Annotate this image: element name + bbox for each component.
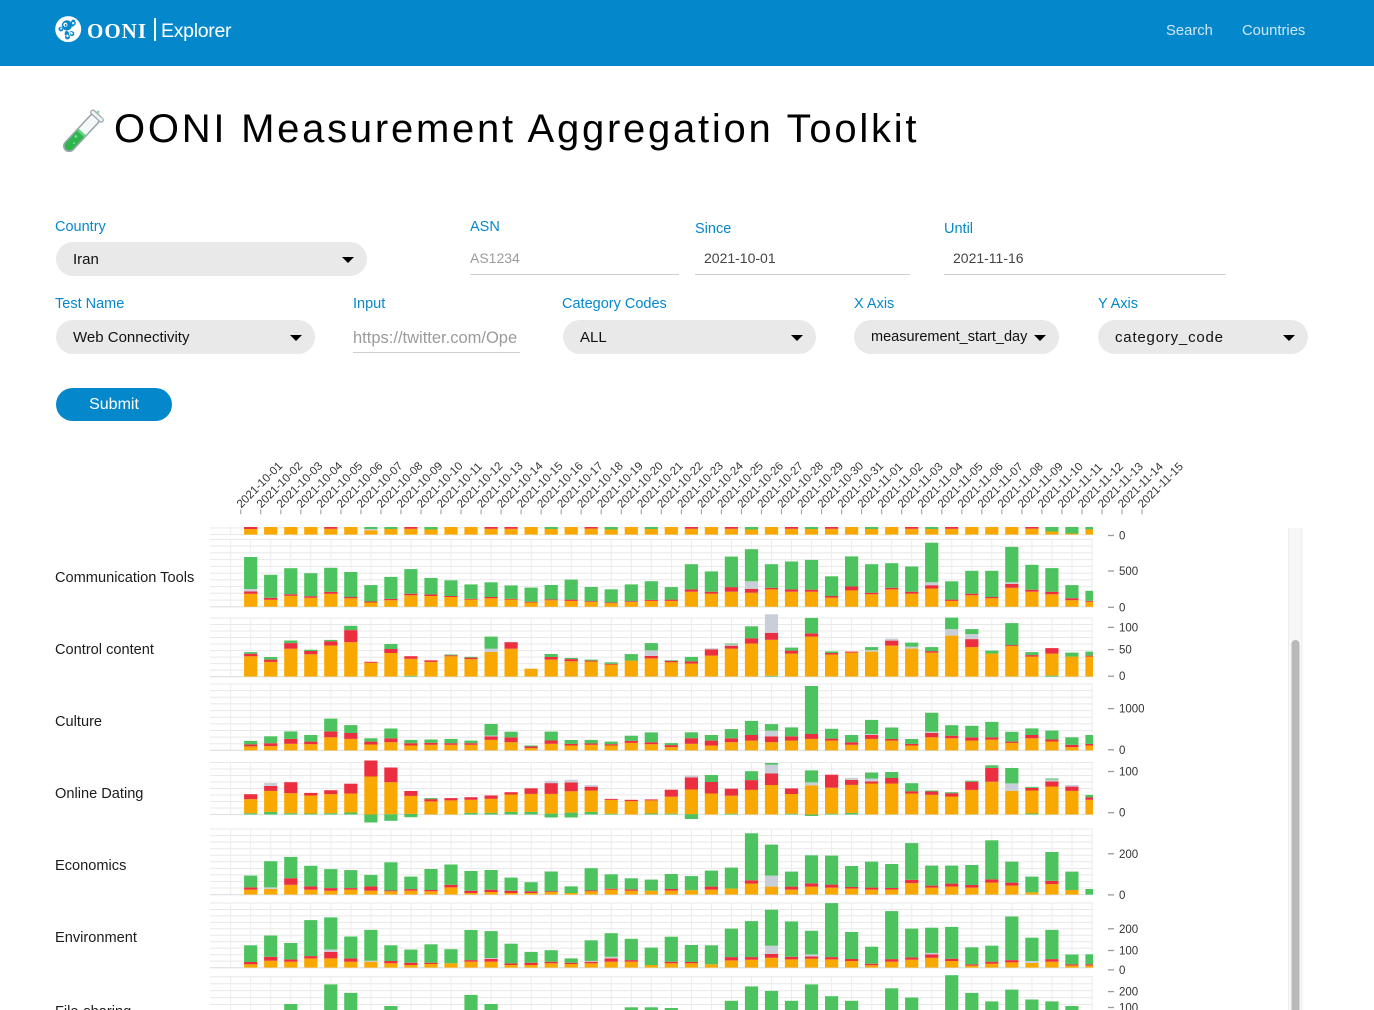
svg-text:Control content: Control content [55, 642, 154, 658]
svg-text:50: 50 [1119, 645, 1132, 657]
svg-text:0: 0 [1119, 965, 1125, 977]
svg-text:100: 100 [1119, 767, 1138, 779]
svg-text:0: 0 [1119, 890, 1125, 902]
svg-text:0: 0 [1119, 671, 1125, 683]
svg-text:200: 200 [1119, 924, 1138, 936]
svg-text:200: 200 [1119, 987, 1138, 999]
svg-text:Online Dating: Online Dating [55, 786, 143, 802]
svg-text:100: 100 [1119, 622, 1138, 634]
svg-text:1000: 1000 [1119, 704, 1145, 716]
svg-text:0: 0 [1119, 531, 1125, 543]
svg-text:Economics: Economics [55, 858, 126, 874]
svg-text:0: 0 [1119, 602, 1125, 614]
svg-text:File-sharing: File-sharing [55, 1004, 131, 1010]
svg-text:Environment: Environment [55, 930, 137, 946]
svg-text:0: 0 [1119, 808, 1125, 820]
svg-text:200: 200 [1119, 849, 1138, 861]
svg-text:100: 100 [1119, 946, 1138, 958]
svg-text:100: 100 [1119, 1003, 1138, 1010]
svg-text:500: 500 [1119, 566, 1138, 578]
svg-text:Communication Tools: Communication Tools [55, 570, 194, 586]
svg-text:Culture: Culture [55, 714, 102, 730]
svg-text:0: 0 [1119, 745, 1125, 757]
